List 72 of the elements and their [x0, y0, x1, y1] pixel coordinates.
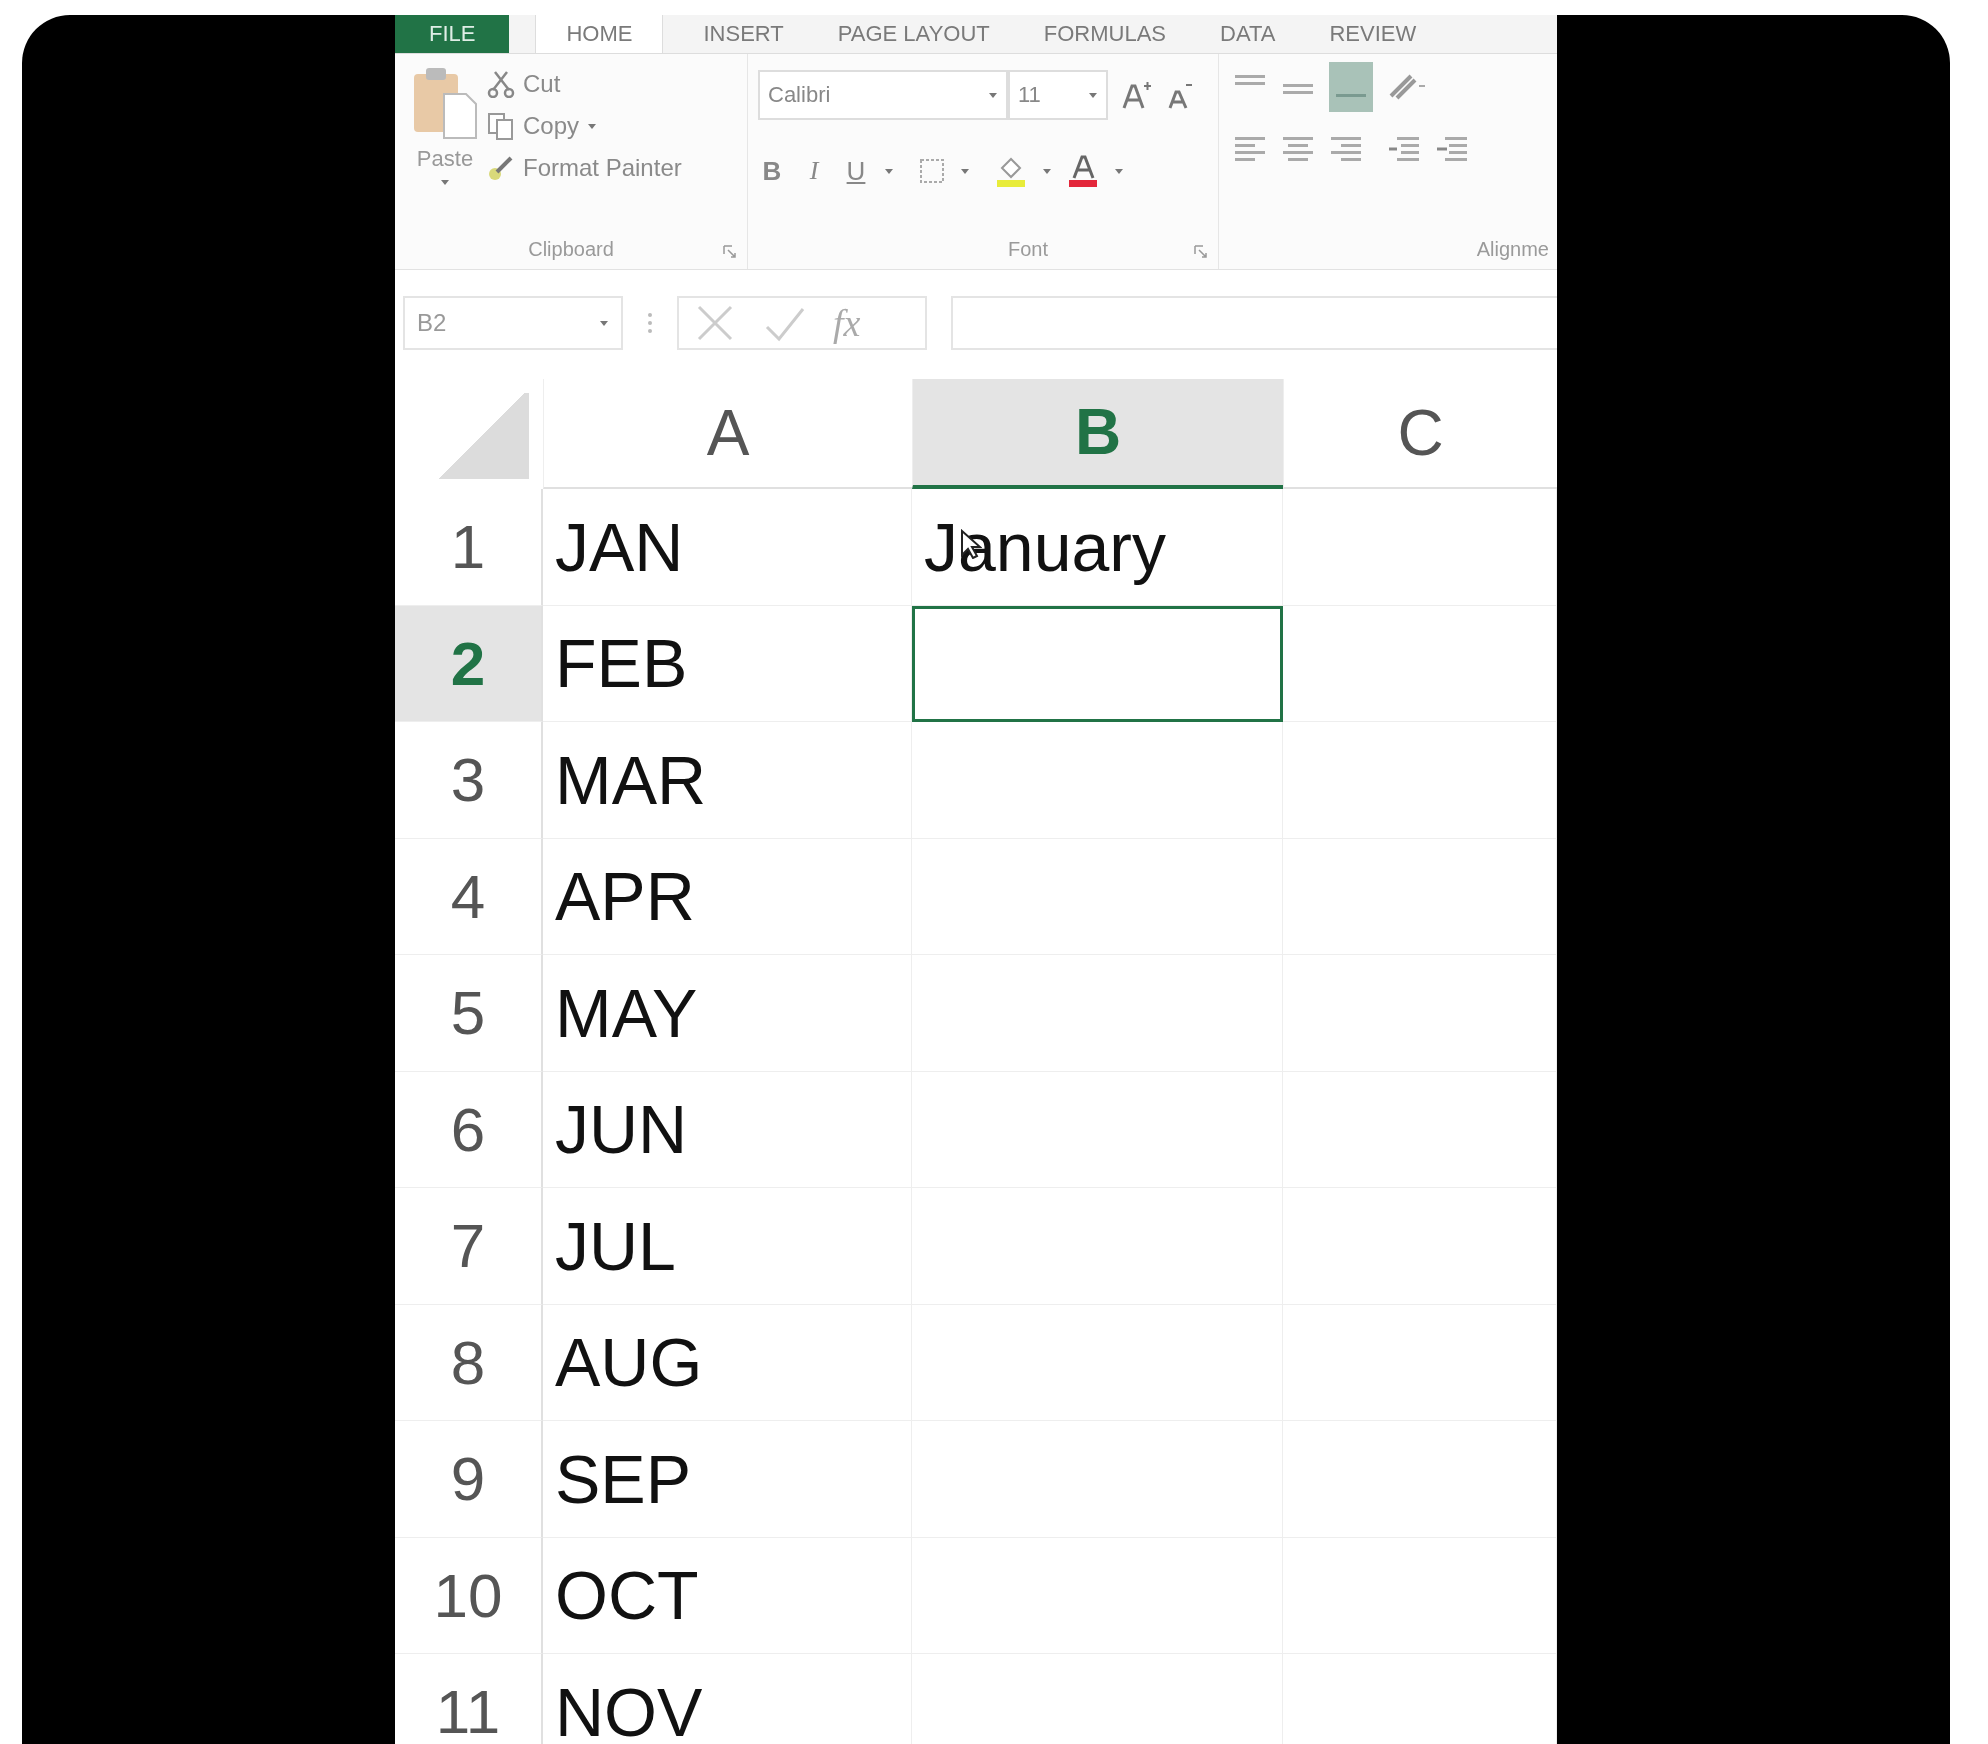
- dialog-launcher-icon[interactable]: [723, 245, 737, 259]
- copy-button[interactable]: Copy: [487, 112, 682, 140]
- grow-font-icon[interactable]: [1122, 80, 1152, 110]
- table-cell: OCT: [543, 1537, 912, 1654]
- group-label: Alignme: [1476, 237, 1549, 261]
- caret-icon: [599, 319, 609, 327]
- column-header[interactable]: C: [1283, 379, 1557, 489]
- row-header[interactable]: 10: [395, 1537, 543, 1654]
- dialog-launcher-icon[interactable]: [1194, 245, 1208, 259]
- font-size-dropdown[interactable]: 11: [1008, 70, 1108, 120]
- italic-button[interactable]: I: [800, 156, 828, 186]
- insert-function-button[interactable]: fx: [833, 301, 861, 345]
- caret-icon: [1042, 167, 1052, 175]
- increase-indent-icon[interactable]: [1435, 134, 1469, 164]
- file-tab[interactable]: FILE: [395, 15, 510, 53]
- table-cell: AUG: [543, 1304, 912, 1421]
- row-header[interactable]: 8: [395, 1304, 543, 1421]
- name-box[interactable]: B2: [403, 296, 623, 350]
- group-label: Font: [1007, 237, 1048, 261]
- decrease-indent-icon[interactable]: [1387, 134, 1421, 164]
- caret-icon: [884, 167, 894, 175]
- caret-icon: [587, 122, 598, 130]
- table-cell: SEP: [543, 1421, 912, 1538]
- caret-icon: [440, 178, 450, 186]
- caret-icon: [960, 167, 970, 175]
- bottom-align-icon[interactable]: [1329, 62, 1373, 112]
- copy-icon: [487, 112, 515, 140]
- table-cell: MAY: [543, 955, 912, 1072]
- align-left-icon[interactable]: [1233, 134, 1267, 164]
- drag-handle-icon[interactable]: [647, 312, 653, 334]
- row-header[interactable]: 9: [395, 1421, 543, 1538]
- table-cell: MAR: [543, 722, 912, 839]
- ribbon-tab[interactable]: INSERT: [689, 15, 798, 53]
- paste-button[interactable]: Paste: [403, 64, 487, 229]
- group-label: Clipboard: [528, 237, 614, 261]
- underline-button[interactable]: U: [842, 155, 870, 187]
- ribbon-tab[interactable]: HOME: [535, 15, 664, 53]
- row-header[interactable]: 7: [395, 1188, 543, 1305]
- active-cell[interactable]: [912, 605, 1283, 722]
- table-cell: FEB: [543, 605, 912, 722]
- table-cell: NOV: [543, 1654, 912, 1744]
- ribbon-tab[interactable]: REVIEW: [1315, 15, 1431, 53]
- table-cell: APR: [543, 838, 912, 955]
- formula-input[interactable]: [951, 296, 1557, 350]
- cut-button[interactable]: Cut: [487, 70, 682, 98]
- orientation-icon[interactable]: [1387, 72, 1427, 102]
- table-cell: JAN: [543, 489, 912, 606]
- font-color-icon[interactable]: [1066, 154, 1100, 188]
- ribbon-tab[interactable]: DATA: [1206, 15, 1290, 53]
- brush-icon: [487, 154, 515, 182]
- row-header[interactable]: 11: [395, 1654, 543, 1744]
- row-header[interactable]: 5: [395, 955, 543, 1072]
- scissors-icon: [487, 70, 515, 98]
- mouse-pointer-icon: [960, 529, 982, 559]
- ribbon-tab[interactable]: PAGE LAYOUT: [823, 15, 1004, 53]
- font-name-dropdown[interactable]: Calibri: [758, 70, 1008, 120]
- bold-button[interactable]: B: [758, 155, 786, 187]
- align-right-icon[interactable]: [1329, 134, 1363, 164]
- format-painter-button[interactable]: Format Painter: [487, 154, 682, 182]
- table-cell: JUN: [543, 1071, 912, 1188]
- column-header[interactable]: B: [912, 379, 1283, 489]
- caret-icon: [988, 91, 998, 99]
- align-center-icon[interactable]: [1281, 134, 1315, 164]
- row-header[interactable]: 2: [395, 605, 543, 722]
- row-header[interactable]: 4: [395, 838, 543, 955]
- caret-icon: [1088, 91, 1098, 99]
- borders-icon[interactable]: [918, 157, 946, 185]
- row-header[interactable]: 6: [395, 1071, 543, 1188]
- ribbon-tab[interactable]: FORMULAS: [1029, 15, 1180, 53]
- table-cell: JUL: [543, 1188, 912, 1305]
- row-header[interactable]: 3: [395, 722, 543, 839]
- caret-icon: [1114, 167, 1124, 175]
